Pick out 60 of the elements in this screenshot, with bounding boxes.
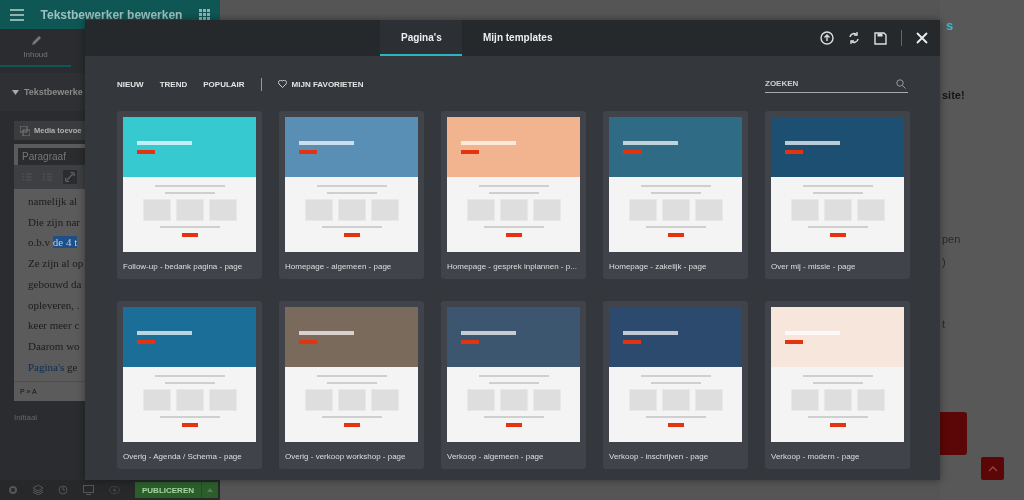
template-card[interactable]: Verkoop - inschrijven - page	[603, 301, 748, 469]
section-header[interactable]: Tekstbewerke	[0, 73, 85, 111]
favorites-filter[interactable]: MIJN FAVORIETEN	[277, 79, 364, 89]
template-card[interactable]: Homepage - gesprek inplannen - p...	[441, 111, 586, 279]
template-name: Verkoop - algemeen - page	[447, 452, 545, 462]
template-card[interactable]: Verkoop - modern - page	[765, 301, 910, 469]
body-text: )	[942, 256, 946, 268]
template-card[interactable]: Homepage - algemeen - page	[279, 111, 424, 279]
text-line: o.b.v de 4 t	[28, 235, 79, 251]
template-name: Overig - verkoop workshop - page	[285, 452, 407, 462]
layers-icon[interactable]	[33, 485, 43, 495]
panel-title: Tekstbewerker bewerken	[39, 7, 184, 22]
template-name: Homepage - algemeen - page	[285, 262, 393, 272]
template-card[interactable]: Homepage - zakelijk - page	[603, 111, 748, 279]
template-card[interactable]: Overig - verkoop workshop - page	[279, 301, 424, 469]
sync-icon[interactable]	[848, 31, 860, 45]
text-line: keer meer c	[28, 318, 81, 334]
template-name: Homepage - gesprek inplannen - p...	[447, 262, 578, 272]
cta-button[interactable]	[940, 412, 967, 455]
close-icon[interactable]	[916, 32, 928, 44]
publish-options-button[interactable]	[201, 482, 218, 498]
pencil-icon	[29, 35, 42, 47]
template-name: Homepage - zakelijk - page	[609, 262, 708, 272]
filter-tab[interactable]: POPULAIR	[203, 79, 245, 89]
text-line: namelijk al	[28, 194, 79, 209]
monitor-icon[interactable]	[83, 485, 94, 495]
upload-icon[interactable]	[820, 31, 834, 45]
caret-icon	[987, 465, 998, 472]
filter-tab[interactable]: NIEUW	[117, 79, 144, 89]
template-name: Verkoop - modern - page	[771, 452, 861, 462]
eye-icon[interactable]	[109, 486, 120, 494]
library-tab[interactable]: Mijn templates	[462, 20, 574, 56]
text-line: opleveren, .	[28, 297, 81, 313]
grid-icon[interactable]	[199, 9, 210, 20]
template-card[interactable]: Follow-up - bedank pagina - page	[117, 111, 262, 279]
template-name: Verkoop - inschrijven - page	[609, 452, 710, 462]
template-name: Overig - Agenda / Schema - page	[123, 452, 243, 462]
template-name: Over mij - missie - page	[771, 262, 857, 272]
settings-icon[interactable]	[8, 485, 18, 495]
title-text: site!	[942, 89, 965, 101]
caret-icon	[207, 488, 213, 492]
selected-text: de 4 t	[52, 236, 78, 249]
text-line: Daarom wo	[28, 338, 81, 354]
heading-text: s	[946, 18, 954, 33]
history-icon[interactable]	[58, 485, 68, 495]
menu-icon[interactable]	[10, 8, 24, 21]
search-icon	[896, 79, 906, 89]
save-icon[interactable]	[874, 31, 887, 45]
template-card[interactable]: Verkoop - algemeen - page	[441, 301, 586, 469]
library-tab[interactable]: Pagina's	[380, 20, 462, 56]
template-card[interactable]: Overig - Agenda / Schema - page	[117, 301, 262, 469]
scroll-top-button[interactable]	[981, 457, 1004, 480]
search-field[interactable]: ZOEKEN	[765, 75, 908, 93]
template-card[interactable]: Over mij - missie - page	[765, 111, 910, 279]
publish-button[interactable]: PUBLICEREN	[135, 482, 201, 498]
heart-icon	[277, 80, 287, 88]
text-line: Pagina's ge	[28, 359, 79, 375]
template-name: Follow-up - bedank pagina - page	[123, 262, 244, 272]
filter-tab[interactable]: TREND	[159, 79, 188, 89]
media-icon	[20, 125, 30, 136]
